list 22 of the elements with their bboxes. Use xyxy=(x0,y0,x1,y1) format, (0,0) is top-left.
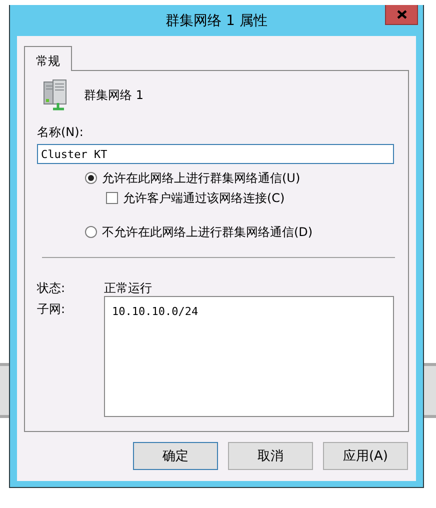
status-label: 状态: xyxy=(37,280,66,297)
radio-button[interactable] xyxy=(85,226,97,238)
close-icon xyxy=(396,10,406,19)
close-button[interactable] xyxy=(385,5,418,25)
option-label[interactable]: 允许客户端通过该网络连接(C) xyxy=(123,190,285,206)
radio-button[interactable] xyxy=(85,172,97,184)
checkbox[interactable] xyxy=(106,192,118,204)
tab[interactable]: 常规 xyxy=(24,46,72,71)
subnet-list[interactable]: 10.10.10.0/24 xyxy=(104,296,394,417)
window-title: 群集网络 1 属性 xyxy=(166,12,268,30)
name-label: 名称(N): xyxy=(37,124,84,141)
network-name: 群集网络 1 xyxy=(84,86,144,104)
subnet-item[interactable]: 10.10.10.0/24 xyxy=(112,305,393,318)
status-value: 正常运行 xyxy=(104,280,153,297)
dialog-button[interactable]: 取消 xyxy=(228,442,313,470)
option-label[interactable]: 不允许在此网络上进行群集网络通信(D) xyxy=(102,224,313,240)
dialog-button[interactable]: 确定 xyxy=(133,442,218,470)
option-label[interactable]: 允许在此网络上进行群集网络通信(U) xyxy=(102,170,300,186)
subnet-label: 子网: xyxy=(37,301,66,318)
name-field[interactable]: Cluster KT xyxy=(37,144,394,164)
dialog-button[interactable]: 应用(A) xyxy=(323,442,408,470)
server-icon xyxy=(42,79,68,111)
